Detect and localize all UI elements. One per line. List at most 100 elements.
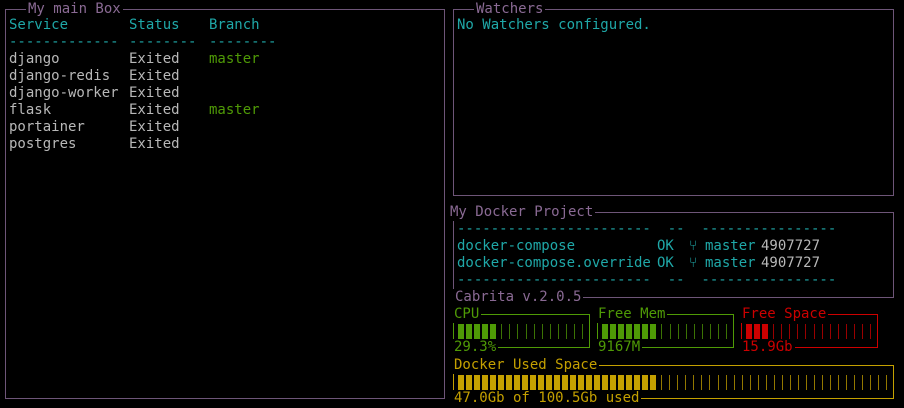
gauge-tick [745, 323, 753, 340]
gauge-tick [689, 374, 697, 391]
gauge-tick [481, 374, 489, 391]
service-name[interactable]: flask [9, 102, 51, 119]
free-mem-gauge-value: 9167M [596, 339, 643, 356]
gauge-tick [858, 323, 866, 340]
compose-file-name[interactable]: docker-compose.override [457, 255, 651, 272]
gauge-tick [513, 374, 521, 391]
service-branch: master [209, 102, 260, 118]
free-mem-gauge: Free Mem 9167M [596, 306, 734, 356]
compose-file-commit: 4907727 [761, 255, 821, 271]
gauge-tick [625, 323, 633, 340]
gauge-tick [777, 323, 785, 340]
gauge-tick [457, 374, 465, 391]
docker-project-title: My Docker Project [448, 204, 596, 221]
service-name[interactable]: portainer [9, 119, 85, 136]
gauge-tick [554, 323, 562, 340]
gauge-tick [553, 374, 561, 391]
gauge-tick [746, 374, 754, 391]
gauge-tick [473, 323, 481, 340]
gauge-tick [570, 323, 578, 340]
compose-file-branch: master [705, 238, 756, 254]
gauge-tick [738, 374, 746, 391]
gauge-tick [706, 323, 714, 340]
gauge-tick [793, 323, 801, 340]
service-status: Exited [129, 85, 180, 101]
separator-status: -------- [129, 34, 197, 50]
gauge-tick [665, 374, 673, 391]
gauge-tick [601, 374, 609, 391]
gauge-tick [705, 374, 713, 391]
service-name[interactable]: django [9, 51, 60, 68]
compose-file-branch: master [705, 255, 756, 271]
gauge-tick [826, 323, 834, 340]
gauge-tick [617, 323, 625, 340]
gauge-tick [810, 374, 818, 391]
gauge-tick [858, 374, 866, 391]
compose-file-name[interactable]: docker-compose [457, 238, 575, 255]
docker-project-separator-top: ----------------------- -- -------------… [457, 221, 837, 237]
gauge-tick [641, 374, 649, 391]
gauge-tick [850, 374, 858, 391]
watchers-panel: Watchers [453, 1, 894, 196]
gauge-tick [577, 374, 585, 391]
service-status: Exited [129, 136, 180, 152]
gauge-tick [714, 323, 722, 340]
compose-file-commit: 4907727 [761, 238, 821, 254]
gauge-tick [810, 323, 818, 340]
gauge-tick [802, 374, 810, 391]
separator-branch: -------- [209, 34, 277, 50]
gauge-tick [657, 374, 665, 391]
gauge-tick [682, 323, 690, 340]
docker-project-separator-bottom: ----------------------- -- -------------… [457, 272, 837, 288]
gauge-tick [649, 323, 657, 340]
gauge-tick [866, 374, 874, 391]
free-mem-gauge-label: Free Mem [596, 306, 668, 323]
gauge-tick [818, 374, 826, 391]
gauge-tick [465, 374, 473, 391]
docker-used-space-gauge-label: Docker Used Space [452, 357, 600, 374]
gauge-tick [593, 374, 601, 391]
compose-file-status: OK [657, 238, 674, 254]
cpu-gauge-label: CPU [452, 306, 482, 323]
git-branch-icon: ⑂ [689, 238, 698, 254]
git-branch-icon: ⑂ [689, 255, 698, 271]
service-name[interactable]: django-worker [9, 85, 119, 102]
gauge-tick [714, 374, 722, 391]
gauge-tick [505, 323, 513, 340]
gauge-tick [657, 323, 665, 340]
gauge-tick [530, 323, 538, 340]
service-name[interactable]: django-redis [9, 68, 110, 85]
gauge-tick [569, 374, 577, 391]
gauge-tick [601, 323, 609, 340]
gauge-tick [722, 374, 730, 391]
docker-used-space-gauge: Docker Used Space 47.0Gb of 100.5Gb used [452, 357, 894, 407]
free-space-gauge-value: 15.9Gb [740, 339, 795, 356]
gauge-tick [609, 374, 617, 391]
gauge-tick [578, 323, 586, 340]
main-box-title: My main Box [26, 1, 123, 18]
gauge-tick [497, 323, 505, 340]
docker-used-space-gauge-bar [457, 374, 890, 391]
gauge-tick [785, 323, 793, 340]
gauge-tick [489, 374, 497, 391]
docker-project-footer: Cabrita v.2.0.5 [453, 289, 584, 306]
gauge-tick [562, 323, 570, 340]
gauge-tick [538, 323, 546, 340]
gauge-tick [778, 374, 786, 391]
compose-file-status: OK [657, 255, 674, 271]
free-space-gauge-label: Free Space [740, 306, 829, 323]
gauge-tick [457, 323, 465, 340]
free-space-gauge: Free Space 15.9Gb [740, 306, 878, 356]
gauge-tick [497, 374, 505, 391]
gauge-tick [609, 323, 617, 340]
gauge-tick [761, 323, 769, 340]
service-name[interactable]: postgres [9, 136, 76, 153]
gauge-tick [545, 374, 553, 391]
cpu-gauge-value: 29.3% [452, 339, 499, 356]
header-status: Status [129, 17, 180, 33]
service-status: Exited [129, 51, 180, 67]
gauge-tick [513, 323, 521, 340]
gauge-tick [673, 374, 681, 391]
gauge-tick [481, 323, 489, 340]
gauge-tick [674, 323, 682, 340]
